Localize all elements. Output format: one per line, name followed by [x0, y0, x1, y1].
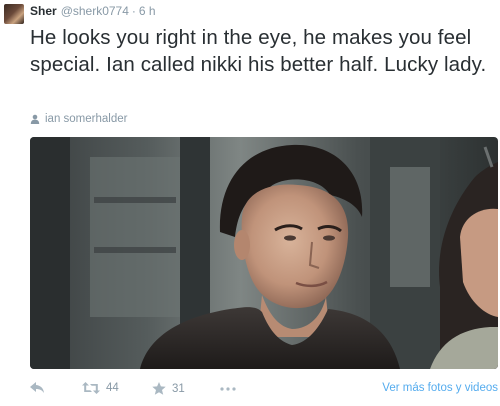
retweet-button[interactable]: 44 — [82, 382, 119, 394]
author-name[interactable]: Sher — [30, 4, 57, 18]
tweet-text: He looks you right in the eye, he makes … — [30, 26, 487, 76]
photo-image — [30, 137, 498, 369]
tagged-person-label: ian somerhalder — [45, 113, 128, 125]
view-more-photos-link[interactable]: Ver más fotos y videos — [382, 382, 498, 394]
tagged-person[interactable]: ian somerhalder — [30, 113, 127, 125]
person-icon — [30, 114, 40, 124]
tweet-actions: 44 31 Ver más fotos y videos — [30, 382, 498, 400]
timestamp[interactable]: 6 h — [139, 4, 156, 18]
avatar[interactable] — [4, 4, 24, 24]
retweet-icon — [82, 382, 100, 394]
author-handle[interactable]: @sherk0774 — [61, 4, 129, 18]
tweet-header: Sher @sherk0774 · 6 h — [30, 4, 156, 18]
tweet-photo[interactable] — [30, 137, 498, 369]
separator: · — [131, 4, 136, 18]
reply-button[interactable] — [30, 382, 45, 394]
favorite-button[interactable]: 31 — [152, 382, 185, 395]
more-button[interactable] — [220, 387, 236, 391]
favorite-count: 31 — [172, 382, 185, 395]
more-dots-icon — [220, 387, 236, 391]
retweet-count: 44 — [106, 382, 119, 394]
reply-icon — [30, 382, 44, 393]
star-icon — [152, 382, 166, 395]
tweet: Sher @sherk0774 · 6 h He looks you right in… — [0, 0, 500, 406]
